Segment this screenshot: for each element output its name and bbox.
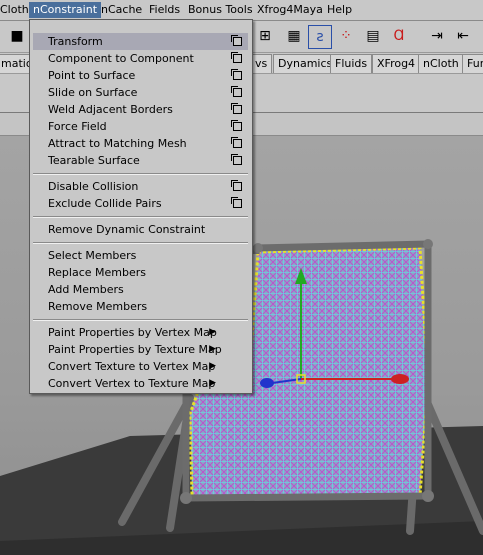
- output-icon[interactable]: ⇤: [452, 25, 474, 47]
- menu-item-point-to-surface[interactable]: Point to Surface: [33, 67, 248, 84]
- tab-dynamics[interactable]: Dynamics: [273, 54, 338, 73]
- menu-item-label: Exclude Collide Pairs: [48, 197, 162, 210]
- option-box-icon[interactable]: [231, 120, 242, 131]
- submenu-arrow-icon: ▶: [209, 378, 216, 388]
- nconstraint-menu: Transform Component to Component Point t…: [29, 19, 253, 394]
- submenu-arrow-icon: ▶: [209, 361, 216, 371]
- menu-item-label: Transform: [48, 35, 103, 48]
- curve-snap-icon[interactable]: ƨ: [308, 25, 332, 49]
- menu-item-label: Slide on Surface: [48, 86, 138, 99]
- submenu-arrow-icon: ▶: [209, 344, 216, 354]
- menu-xfrog4maya[interactable]: Xfrog4Maya: [253, 2, 327, 18]
- manip-x-arrow[interactable]: [391, 374, 409, 384]
- tab-fur[interactable]: Fur: [462, 54, 483, 73]
- tab-xfrog4[interactable]: XFrog4: [372, 54, 421, 73]
- menu-divider: [33, 216, 248, 218]
- menu-item-transform[interactable]: Transform: [33, 33, 248, 50]
- menu-item-label: Component to Component: [48, 52, 194, 65]
- menu-item-add-members[interactable]: Add Members: [33, 281, 248, 298]
- point-snap-icon[interactable]: ⁘: [335, 25, 357, 47]
- menu-item-disable-collision[interactable]: Disable Collision: [33, 178, 248, 195]
- menu-bonus-tools[interactable]: Bonus Tools: [184, 2, 257, 18]
- menu-item-remove-members[interactable]: Remove Members: [33, 298, 248, 315]
- option-box-icon[interactable]: [231, 197, 242, 208]
- option-box-icon[interactable]: [231, 52, 242, 63]
- menu-divider: [33, 242, 248, 244]
- option-box-icon[interactable]: [231, 35, 242, 46]
- option-box-icon[interactable]: [231, 137, 242, 148]
- menu-item-paint-properties-by-texture-map[interactable]: Paint Properties by Texture Map ▶: [33, 341, 248, 358]
- menu-nconstraint[interactable]: nConstraint: [29, 2, 102, 18]
- option-box-icon[interactable]: [231, 69, 242, 80]
- manip-z-arrow[interactable]: [260, 378, 274, 388]
- menu-item-label: Force Field: [48, 120, 107, 133]
- menu-item-slide-on-surface[interactable]: Slide on Surface: [33, 84, 248, 101]
- menubar: Cloth nConstraint nCache Fields Bonus To…: [0, 0, 483, 21]
- menu-item-exclude-collide-pairs[interactable]: Exclude Collide Pairs: [33, 195, 248, 212]
- menu-cloth[interactable]: Cloth: [0, 2, 33, 18]
- menu-item-remove-dynamic-constraint[interactable]: Remove Dynamic Constraint: [33, 221, 248, 238]
- menu-item-label: Convert Vertex to Texture Map: [48, 377, 216, 390]
- menu-item-label: Replace Members: [48, 266, 146, 279]
- option-box-icon[interactable]: [231, 180, 242, 191]
- menu-item-label: Select Members: [48, 249, 137, 262]
- menu-item-paint-properties-by-vertex-map[interactable]: Paint Properties by Vertex Map ▶: [33, 324, 248, 341]
- stop-icon[interactable]: ■: [6, 25, 28, 47]
- menu-item-label: Add Members: [48, 283, 124, 296]
- menu-item-label: Remove Members: [48, 300, 148, 313]
- tab-ncloth[interactable]: nCloth: [418, 54, 464, 73]
- menu-item-label: Weld Adjacent Borders: [48, 103, 173, 116]
- menu-divider: [33, 319, 248, 321]
- grid-snap-icon[interactable]: ▦: [283, 25, 305, 47]
- menu-item-force-field[interactable]: Force Field: [33, 118, 248, 135]
- menu-item-select-members[interactable]: Select Members: [33, 247, 248, 264]
- menu-item-label: Remove Dynamic Constraint: [48, 223, 206, 236]
- menu-item-label: Point to Surface: [48, 69, 136, 82]
- render-icon[interactable]: ▤: [362, 25, 384, 47]
- option-box-icon[interactable]: [231, 103, 242, 114]
- menu-item-tearable-surface[interactable]: Tearable Surface: [33, 152, 248, 169]
- menu-item-label: Attract to Matching Mesh: [48, 137, 187, 150]
- menu-item-convert-vertex-to-texture-map[interactable]: Convert Vertex to Texture Map ▶: [33, 375, 248, 392]
- menu-item-component-to-component[interactable]: Component to Component: [33, 50, 248, 67]
- tab-surfaces[interactable]: vs: [250, 54, 273, 73]
- menu-item-label: Paint Properties by Texture Map: [48, 343, 222, 356]
- option-box-icon[interactable]: [231, 86, 242, 97]
- menu-item-weld-adjacent-borders[interactable]: Weld Adjacent Borders: [33, 101, 248, 118]
- menu-item-label: Paint Properties by Vertex Map: [48, 326, 217, 339]
- menu-item-convert-texture-to-vertex-map[interactable]: Convert Texture to Vertex Map ▶: [33, 358, 248, 375]
- option-box-icon[interactable]: [231, 154, 242, 165]
- menu-item-label: Convert Texture to Vertex Map: [48, 360, 216, 373]
- snap-icon[interactable]: ⊞: [254, 25, 276, 47]
- menu-item-label: Tearable Surface: [48, 154, 140, 167]
- submenu-arrow-icon: ▶: [209, 327, 216, 337]
- menu-fields[interactable]: Fields: [145, 2, 184, 18]
- menu-item-label: Disable Collision: [48, 180, 139, 193]
- magnet-icon[interactable]: Ɑ: [388, 25, 410, 47]
- menu-item-replace-members[interactable]: Replace Members: [33, 264, 248, 281]
- tab-fluids[interactable]: Fluids: [330, 54, 373, 73]
- menu-divider: [33, 173, 248, 175]
- menu-ncache[interactable]: nCache: [97, 2, 146, 18]
- menu-help[interactable]: Help: [323, 2, 356, 18]
- menu-item-attract-to-matching-mesh[interactable]: Attract to Matching Mesh: [33, 135, 248, 152]
- input-icon[interactable]: ⇥: [426, 25, 448, 47]
